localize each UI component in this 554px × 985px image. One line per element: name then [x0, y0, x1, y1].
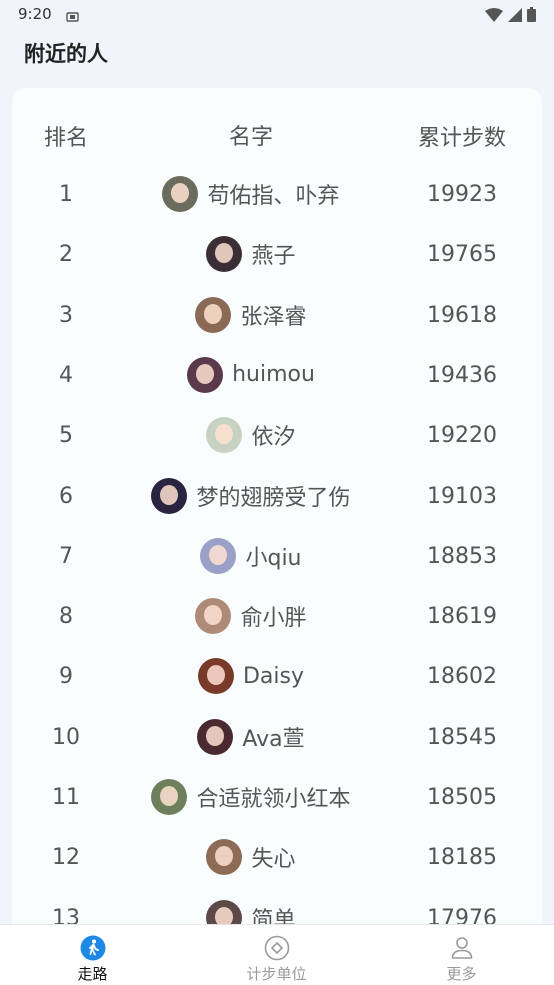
wifi-icon [485, 7, 503, 26]
user-name: 张泽睿 [240, 304, 307, 330]
user-cell: 俞小胖 [120, 598, 382, 635]
user-name: 失心 [251, 847, 296, 873]
ranking-card: 排名 名字 累计步数 1 苟佑指、卟弃 19923 2 燕子 19765 3 张泽睿 19618… [12, 88, 542, 948]
ranking-row[interactable]: 7 小qiu 18853 [12, 536, 542, 576]
rank-number: 6 [59, 483, 73, 509]
avatar[interactable] [151, 477, 188, 514]
nav-item-walk[interactable]: 走路 [0, 925, 185, 985]
step-count: 19923 [427, 182, 497, 207]
status-time: 9:20 [18, 5, 52, 23]
ranking-row[interactable]: 12 失心 18185 [12, 837, 542, 877]
step-count: 18185 [427, 845, 497, 871]
ranking-row[interactable]: 2 燕子 19765 [12, 234, 542, 274]
step-count: 19618 [427, 302, 497, 328]
user-cell: 小qiu [120, 537, 382, 574]
ranking-row[interactable]: 3 张泽睿 19618 [12, 295, 542, 335]
step-count: 19436 [427, 362, 497, 388]
bottom-nav: 走路 计步单位 更多 [0, 924, 554, 985]
avatar[interactable] [151, 779, 188, 815]
step-count: 19103 [427, 483, 497, 509]
rank-number: 8 [59, 604, 73, 630]
rank-number: 12 [52, 845, 80, 871]
user-name: 合适就领小红本 [196, 787, 351, 812]
avatar[interactable] [206, 839, 243, 876]
user-cell: Ava萱 [120, 718, 382, 755]
battery-icon [527, 7, 536, 26]
step-count: 18505 [427, 785, 497, 810]
status-icons [485, 7, 536, 26]
user-cell: 苟佑指、卟弃 [120, 176, 382, 212]
rank-number: 1 [59, 182, 73, 207]
nav-label-walk: 走路 [77, 965, 108, 983]
avatar[interactable] [197, 718, 234, 755]
step-count: 19765 [427, 242, 497, 268]
nav-item-more[interactable]: 更多 [369, 925, 554, 985]
rank-number: 3 [59, 302, 73, 328]
nav-item-step-unit[interactable]: 计步单位 [184, 925, 369, 985]
rank-number: 11 [52, 785, 80, 810]
user-name: 小qiu [245, 545, 302, 571]
user-cell: 张泽睿 [120, 296, 382, 333]
avatar[interactable] [187, 356, 224, 393]
ranking-row[interactable]: 5 依汐 19220 [12, 415, 542, 455]
step-count: 18602 [427, 664, 497, 690]
avatar[interactable] [200, 537, 237, 574]
ranking-row[interactable]: 6 梦的翅膀受了伤 19103 [12, 476, 542, 516]
person-icon [449, 935, 475, 961]
user-cell: 合适就领小红本 [120, 779, 382, 815]
user-cell: 梦的翅膀受了伤 [120, 477, 382, 514]
step-count: 18619 [427, 604, 497, 630]
user-name: 依汐 [251, 425, 296, 451]
user-name: Daisy [242, 663, 304, 689]
avatar[interactable] [195, 296, 232, 333]
user-cell: 燕子 [120, 236, 382, 273]
user-cell: Daisy [120, 658, 382, 695]
header-name: 名字 [120, 120, 382, 150]
step-count: 18545 [427, 724, 497, 750]
user-name: huimou [232, 362, 315, 388]
page-title: 附近的人 [24, 42, 108, 66]
status-bar: 9:20 [0, 0, 554, 30]
user-cell: huimou [120, 356, 382, 393]
user-cell: 失心 [120, 839, 382, 876]
step-count: 18853 [427, 543, 497, 569]
user-name: 俞小胖 [240, 606, 307, 632]
nav-label-step-unit: 计步单位 [246, 965, 307, 983]
avatar[interactable] [206, 417, 243, 454]
sim-icon [66, 8, 79, 27]
rank-number: 7 [59, 543, 73, 569]
avatar[interactable] [197, 658, 234, 695]
avatar[interactable] [206, 236, 243, 273]
rank-number: 4 [59, 362, 73, 388]
ranking-row[interactable]: 9 Daisy 18602 [12, 656, 542, 696]
ranking-row[interactable]: 11 合适就领小红本 18505 [12, 777, 542, 817]
ranking-row[interactable]: 8 俞小胖 18619 [12, 596, 542, 636]
step-count: 19220 [427, 423, 497, 449]
rank-number: 5 [59, 423, 73, 449]
user-name: 梦的翅膀受了伤 [196, 485, 351, 511]
avatar[interactable] [162, 176, 199, 212]
rank-number: 9 [59, 664, 73, 690]
header-rank: 排名 [43, 126, 88, 151]
step-unit-icon [264, 935, 290, 961]
ranking-row[interactable]: 10 Ava萱 18545 [12, 717, 542, 757]
table-header: 排名 名字 累计步数 [12, 114, 542, 154]
user-name: 燕子 [251, 244, 296, 270]
nav-label-more: 更多 [446, 965, 477, 983]
rank-number: 10 [52, 724, 80, 750]
header-name-label: 名字 [228, 125, 273, 150]
ranking-row[interactable]: 1 苟佑指、卟弃 19923 [12, 174, 542, 214]
walk-icon [80, 935, 106, 961]
avatar[interactable] [195, 598, 232, 635]
user-name: Ava萱 [242, 726, 305, 752]
header-steps: 累计步数 [417, 126, 506, 151]
rank-number: 2 [59, 242, 73, 268]
signal-icon [508, 7, 522, 26]
user-name: 苟佑指、卟弃 [207, 184, 340, 209]
ranking-row[interactable]: 4 huimou 19436 [12, 355, 542, 395]
user-cell: 依汐 [120, 417, 382, 454]
